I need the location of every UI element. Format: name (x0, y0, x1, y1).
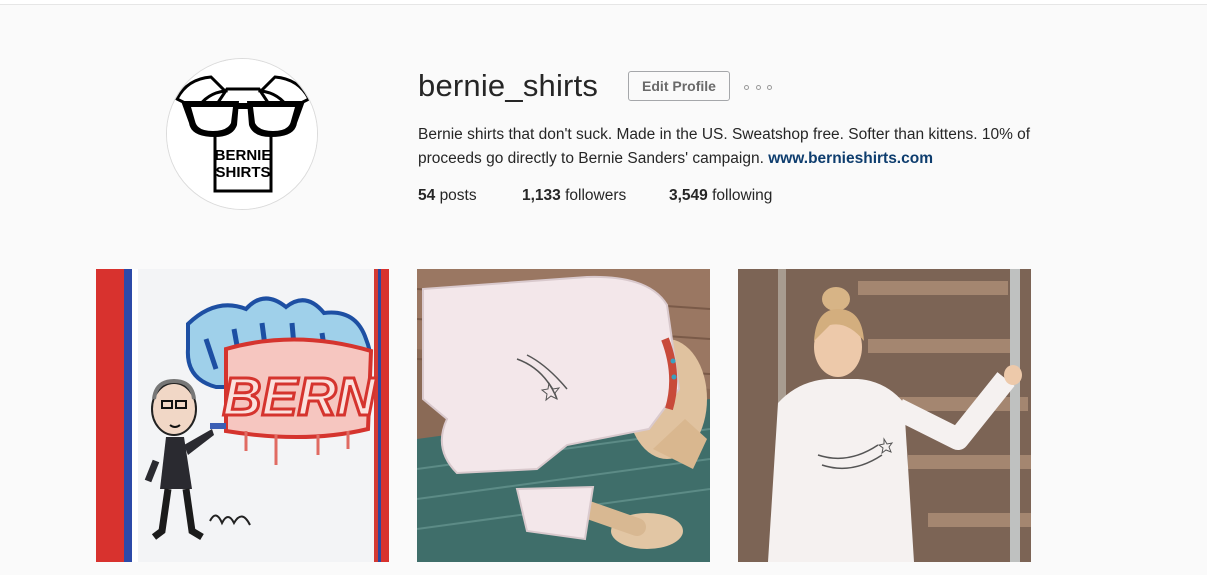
followers-count: 1,133 (522, 187, 561, 204)
graffiti-text: BERN (222, 367, 376, 427)
following-count: 3,549 (669, 187, 708, 204)
profile-username: bernie_shirts (418, 68, 599, 103)
graffiti-image: BERN (96, 269, 389, 562)
dot-icon (755, 84, 761, 90)
profile-avatar[interactable]: BERNIE SHIRTS (166, 58, 318, 210)
profile-bio: Bernie shirts that don't suck. Made in t… (418, 123, 1058, 171)
edit-profile-button[interactable]: Edit Profile (628, 71, 730, 101)
website-link[interactable]: www.bernieshirts.com (768, 150, 933, 167)
dog-shirt-image (417, 269, 710, 562)
options-ellipsis-icon[interactable] (744, 80, 772, 94)
posts-stat: 54 posts (418, 185, 477, 207)
top-nav-border (0, 0, 1207, 5)
bernie-shirts-logo: BERNIE SHIRTS (167, 59, 317, 209)
following-label: following (712, 187, 773, 204)
woman-shirt-image (738, 269, 1031, 562)
following-stat[interactable]: 3,549 following (669, 185, 772, 207)
followers-label: followers (565, 187, 627, 204)
logo-text-bernie: BERNIE (215, 147, 272, 164)
post-thumbnail-woman[interactable] (738, 269, 1031, 562)
dot-icon (767, 84, 772, 90)
post-thumbnail-graffiti[interactable]: BERN (96, 269, 389, 562)
dot-icon (744, 84, 749, 90)
bio-text: Bernie shirts that don't suck. Made in t… (418, 126, 1031, 167)
post-thumbnail-dog[interactable] (417, 269, 710, 562)
posts-label: posts (439, 187, 477, 204)
followers-stat[interactable]: 1,133 followers (522, 185, 626, 207)
posts-count: 54 (418, 187, 436, 204)
logo-text-shirts: SHIRTS (215, 164, 270, 181)
